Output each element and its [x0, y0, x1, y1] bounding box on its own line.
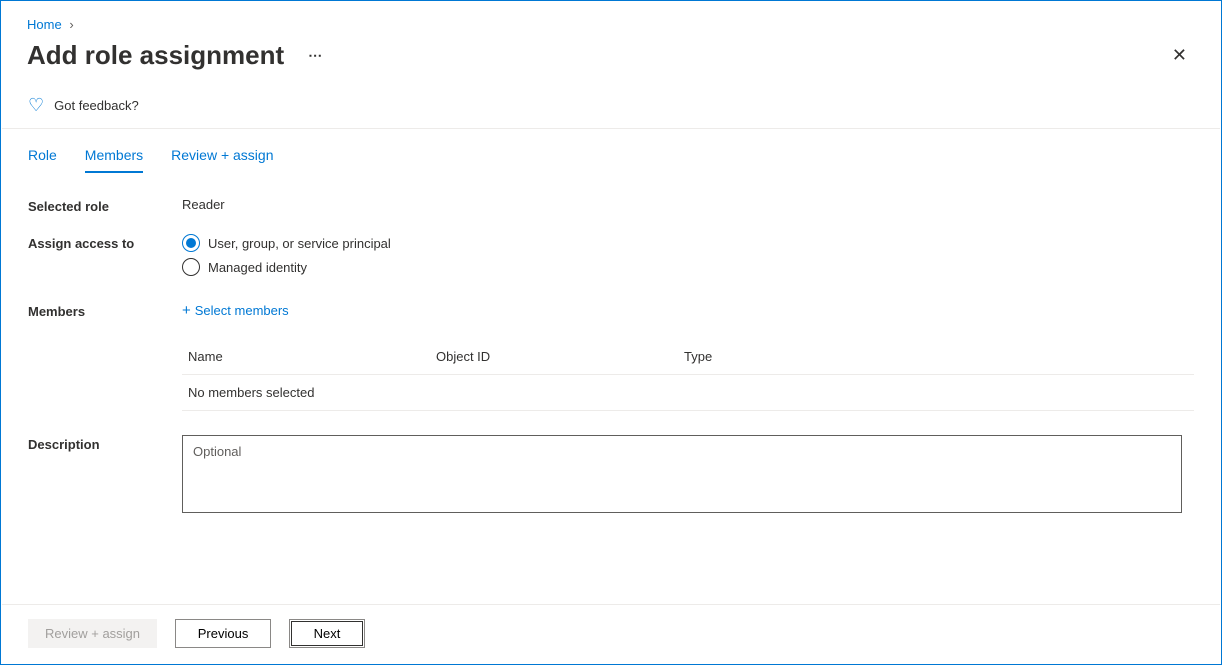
tab-review-assign[interactable]: Review + assign [171, 147, 273, 173]
members-table: Name Object ID Type No members selected [182, 339, 1194, 411]
description-label: Description [28, 435, 182, 452]
tab-role[interactable]: Role [28, 147, 57, 173]
table-empty-message: No members selected [182, 375, 1194, 411]
horizontal-scrollbar[interactable] [2, 648, 1220, 664]
col-header-type[interactable]: Type [684, 349, 1188, 364]
assign-access-label: Assign access to [28, 234, 182, 251]
content-scroll[interactable]: ♡ Got feedback? Role Members Review + as… [2, 81, 1220, 586]
members-label: Members [28, 302, 182, 319]
description-input[interactable] [182, 435, 1182, 513]
plus-icon: + [182, 302, 191, 319]
chevron-right-icon: › [69, 17, 73, 32]
radio-user-label: User, group, or service principal [208, 236, 391, 251]
assign-access-row: Assign access to User, group, or service… [28, 234, 1194, 282]
close-icon[interactable]: ✕ [1164, 41, 1195, 70]
next-button[interactable]: Next [289, 619, 365, 648]
select-members-text: Select members [195, 303, 289, 318]
selected-role-label: Selected role [28, 197, 182, 214]
radio-managed-identity[interactable]: Managed identity [182, 258, 1194, 276]
col-header-objectid[interactable]: Object ID [436, 349, 684, 364]
page-title-text: Add role assignment [27, 40, 284, 71]
col-header-name[interactable]: Name [188, 349, 436, 364]
footer: Review + assign Previous Next [2, 604, 1220, 648]
feedback-label: Got feedback? [54, 98, 139, 113]
members-row: Members + Select members Name Object ID … [28, 302, 1194, 411]
select-members-link[interactable]: + Select members [182, 302, 1194, 319]
radio-icon [182, 234, 200, 252]
radio-managed-label: Managed identity [208, 260, 307, 275]
breadcrumb-home-link[interactable]: Home [27, 17, 62, 32]
more-icon[interactable]: ⋯ [308, 47, 324, 64]
table-header: Name Object ID Type [182, 339, 1194, 375]
selected-role-value: Reader [182, 197, 1194, 212]
breadcrumb: Home › [1, 1, 1221, 36]
description-row: Description [28, 435, 1194, 516]
form-area: Selected role Reader Assign access to Us… [2, 173, 1220, 516]
tabs: Role Members Review + assign [2, 129, 1220, 173]
radio-user-group-principal[interactable]: User, group, or service principal [182, 234, 1194, 252]
review-assign-button: Review + assign [28, 619, 157, 648]
previous-button[interactable]: Previous [175, 619, 271, 648]
feedback-link[interactable]: ♡ Got feedback? [2, 81, 1220, 129]
heart-icon: ♡ [28, 95, 44, 116]
page-header: Add role assignment ⋯ ✕ [1, 36, 1221, 79]
radio-icon [182, 258, 200, 276]
selected-role-row: Selected role Reader [28, 197, 1194, 214]
page-title: Add role assignment ⋯ [27, 40, 324, 71]
tab-members[interactable]: Members [85, 147, 143, 173]
